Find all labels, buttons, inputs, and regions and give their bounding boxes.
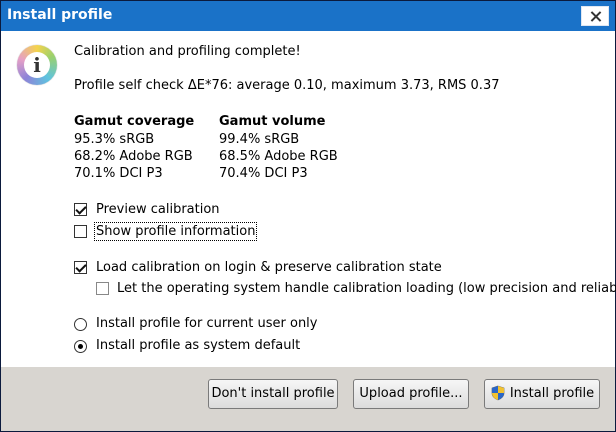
install-system-default-label[interactable]: Install profile as system default xyxy=(96,338,300,353)
upload-profile-label: Upload profile... xyxy=(359,386,463,401)
os-handle-calibration-checkbox[interactable] xyxy=(96,282,109,295)
install-current-user-radio[interactable] xyxy=(74,318,87,331)
gamut-coverage-value: 70.1% DCI P3 xyxy=(74,166,163,181)
show-profile-information-checkbox[interactable] xyxy=(74,225,87,238)
gamut-volume-value: 99.4% sRGB xyxy=(219,132,300,147)
load-calibration-checkbox[interactable] xyxy=(74,261,87,274)
gamut-coverage-value: 68.2% Adobe RGB xyxy=(74,149,193,164)
self-check-message: Profile self check ΔE*76: average 0.10, … xyxy=(74,78,500,93)
gamut-volume-header: Gamut volume xyxy=(219,114,326,129)
uac-shield-icon xyxy=(491,385,505,400)
install-profile-button[interactable]: Install profile xyxy=(484,379,600,409)
gamut-volume-value: 68.5% Adobe RGB xyxy=(219,149,338,164)
install-profile-label: Install profile xyxy=(509,386,595,401)
upload-profile-button[interactable]: Upload profile... xyxy=(353,379,469,409)
gamut-coverage-header: Gamut coverage xyxy=(74,114,195,129)
install-profile-dialog: Install profile i Calibration and profil… xyxy=(0,0,616,432)
status-message: Calibration and profiling complete! xyxy=(74,44,301,59)
window-title: Install profile xyxy=(7,7,113,23)
dont-install-profile-button[interactable]: Don't install profile xyxy=(208,379,338,409)
dont-install-profile-label: Don't install profile xyxy=(211,386,335,401)
gamut-coverage-value: 95.3% sRGB xyxy=(74,132,155,147)
show-profile-information-label[interactable]: Show profile information xyxy=(93,222,258,241)
install-system-default-radio[interactable] xyxy=(74,340,87,353)
os-handle-calibration-label[interactable]: Let the operating system handle calibrat… xyxy=(117,281,616,296)
preview-calibration-checkbox[interactable] xyxy=(74,203,87,216)
dialog-content: i Calibration and profiling complete! Pr… xyxy=(1,31,616,431)
preview-calibration-label[interactable]: Preview calibration xyxy=(96,202,220,217)
gamut-volume-value: 70.4% DCI P3 xyxy=(219,166,308,181)
close-icon[interactable] xyxy=(581,6,609,26)
title-bar[interactable]: Install profile xyxy=(1,1,615,31)
load-calibration-label[interactable]: Load calibration on login & preserve cal… xyxy=(96,260,442,275)
install-current-user-label[interactable]: Install profile for current user only xyxy=(96,316,317,331)
button-bar: Don't install profile Upload profile... … xyxy=(1,367,615,431)
info-icon: i xyxy=(17,45,57,85)
